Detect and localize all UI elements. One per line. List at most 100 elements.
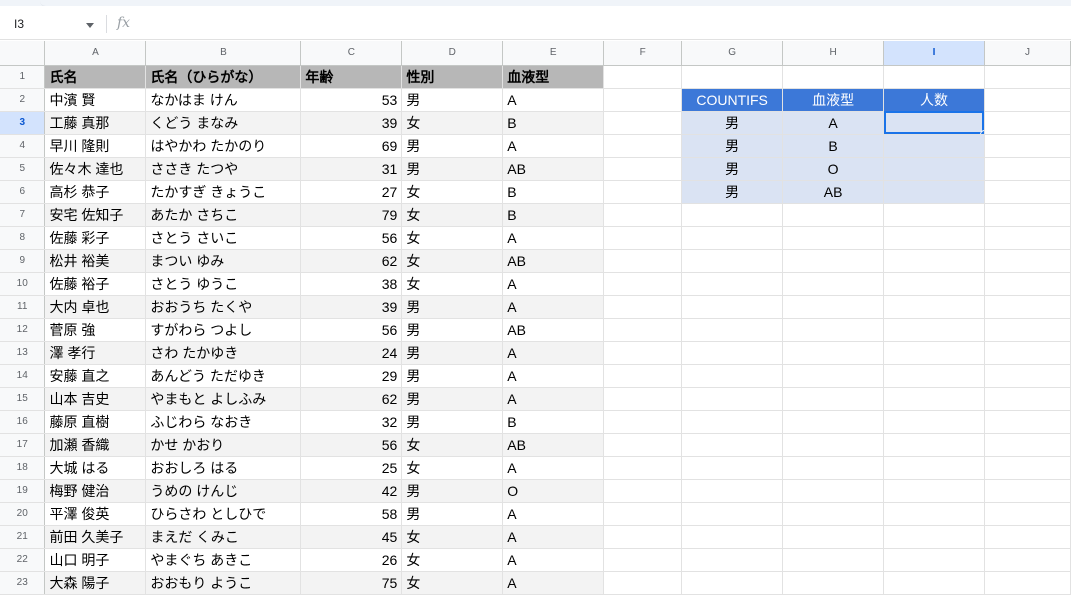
bloodtype-cell[interactable]: B — [502, 410, 605, 434]
empty-cell[interactable] — [603, 387, 683, 411]
column-header-j[interactable]: J — [984, 41, 1071, 66]
kana-cell[interactable]: あんどう ただゆき — [145, 364, 302, 388]
row-header-9[interactable]: 9 — [0, 249, 46, 273]
bloodtype-cell[interactable]: B — [502, 111, 605, 135]
kana-cell[interactable]: ひらさわ としひで — [145, 502, 302, 526]
name-cell[interactable]: 平澤 俊英 — [44, 502, 147, 526]
empty-cell[interactable] — [681, 364, 784, 388]
gender-cell[interactable]: 男 — [401, 364, 504, 388]
age-cell[interactable]: 25 — [300, 456, 403, 480]
empty-cell[interactable] — [603, 134, 683, 158]
empty-cell[interactable] — [984, 502, 1071, 526]
bloodtype-cell[interactable]: AB — [502, 249, 605, 273]
empty-cell[interactable] — [984, 203, 1071, 227]
empty-cell[interactable] — [782, 65, 885, 89]
age-cell[interactable]: 75 — [300, 571, 403, 595]
name-cell[interactable]: 安宅 佐知子 — [44, 203, 147, 227]
empty-cell[interactable] — [883, 364, 985, 388]
kana-cell[interactable]: まえだ くみこ — [145, 525, 302, 549]
bloodtype-cell[interactable]: A — [502, 456, 605, 480]
name-cell[interactable]: 山口 明子 — [44, 548, 147, 572]
age-cell[interactable]: 56 — [300, 433, 403, 457]
age-cell[interactable]: 58 — [300, 502, 403, 526]
empty-cell[interactable] — [603, 65, 683, 89]
row-header-5[interactable]: 5 — [0, 157, 46, 181]
empty-cell[interactable] — [984, 433, 1071, 457]
gender-cell[interactable]: 女 — [401, 203, 504, 227]
header-cell-name[interactable]: 氏名 — [44, 65, 147, 89]
empty-cell[interactable] — [681, 295, 784, 319]
age-cell[interactable]: 39 — [300, 111, 403, 135]
empty-cell[interactable] — [681, 571, 784, 595]
kana-cell[interactable]: はやかわ たかのり — [145, 134, 302, 158]
name-cell[interactable]: 前田 久美子 — [44, 525, 147, 549]
name-box-dropdown-icon[interactable] — [86, 23, 94, 28]
age-cell[interactable]: 27 — [300, 180, 403, 204]
column-header-g[interactable]: G — [681, 41, 784, 66]
empty-cell[interactable] — [984, 571, 1071, 595]
age-cell[interactable]: 45 — [300, 525, 403, 549]
gender-cell[interactable]: 女 — [401, 111, 504, 135]
row-header-22[interactable]: 22 — [0, 548, 46, 572]
empty-cell[interactable] — [883, 433, 985, 457]
age-cell[interactable]: 32 — [300, 410, 403, 434]
kana-cell[interactable]: すがわら つよし — [145, 318, 302, 342]
age-cell[interactable]: 62 — [300, 249, 403, 273]
age-cell[interactable]: 56 — [300, 318, 403, 342]
empty-cell[interactable] — [681, 226, 784, 250]
age-cell[interactable]: 42 — [300, 479, 403, 503]
gender-cell[interactable]: 女 — [401, 548, 504, 572]
empty-cell[interactable] — [603, 548, 683, 572]
name-cell[interactable]: 澤 孝行 — [44, 341, 147, 365]
kana-cell[interactable]: かせ かおり — [145, 433, 302, 457]
gender-cell[interactable]: 女 — [401, 525, 504, 549]
empty-cell[interactable] — [603, 180, 683, 204]
empty-cell[interactable] — [883, 341, 985, 365]
empty-cell[interactable] — [984, 226, 1071, 250]
gender-cell[interactable]: 女 — [401, 272, 504, 296]
row-header-8[interactable]: 8 — [0, 226, 46, 250]
empty-cell[interactable] — [883, 249, 985, 273]
gender-cell[interactable]: 女 — [401, 180, 504, 204]
countifs-bloodtype-cell[interactable]: AB — [782, 180, 885, 204]
empty-cell[interactable] — [681, 318, 784, 342]
age-cell[interactable]: 26 — [300, 548, 403, 572]
empty-cell[interactable] — [782, 226, 885, 250]
empty-cell[interactable] — [603, 226, 683, 250]
kana-cell[interactable]: おおもり ようこ — [145, 571, 302, 595]
countifs-gender-cell[interactable]: 男 — [681, 157, 784, 181]
empty-cell[interactable] — [883, 479, 985, 503]
empty-cell[interactable] — [603, 410, 683, 434]
age-cell[interactable]: 53 — [300, 88, 403, 112]
empty-cell[interactable] — [782, 456, 885, 480]
gender-cell[interactable]: 女 — [401, 456, 504, 480]
row-header-2[interactable]: 2 — [0, 88, 46, 112]
row-header-20[interactable]: 20 — [0, 502, 46, 526]
empty-cell[interactable] — [883, 548, 985, 572]
empty-cell[interactable] — [782, 318, 885, 342]
bloodtype-cell[interactable]: AB — [502, 318, 605, 342]
countifs-count-cell[interactable] — [883, 157, 985, 181]
empty-cell[interactable] — [984, 272, 1071, 296]
empty-cell[interactable] — [603, 571, 683, 595]
empty-cell[interactable] — [984, 134, 1071, 158]
empty-cell[interactable] — [681, 525, 784, 549]
empty-cell[interactable] — [984, 65, 1071, 89]
countifs-count-cell[interactable] — [883, 180, 985, 204]
bloodtype-cell[interactable]: B — [502, 203, 605, 227]
column-header-d[interactable]: D — [401, 41, 504, 66]
bloodtype-cell[interactable]: A — [502, 134, 605, 158]
countifs-header-bloodtype[interactable]: 血液型 — [782, 88, 885, 112]
row-header-23[interactable]: 23 — [0, 571, 46, 595]
countifs-bloodtype-cell[interactable]: A — [782, 111, 885, 135]
empty-cell[interactable] — [984, 364, 1071, 388]
age-cell[interactable]: 69 — [300, 134, 403, 158]
empty-cell[interactable] — [984, 88, 1071, 112]
select-all-corner[interactable] — [0, 41, 46, 66]
empty-cell[interactable] — [883, 203, 985, 227]
header-cell-bloodtype[interactable]: 血液型 — [502, 65, 605, 89]
empty-cell[interactable] — [681, 456, 784, 480]
row-header-4[interactable]: 4 — [0, 134, 46, 158]
empty-cell[interactable] — [603, 249, 683, 273]
bloodtype-cell[interactable]: A — [502, 502, 605, 526]
